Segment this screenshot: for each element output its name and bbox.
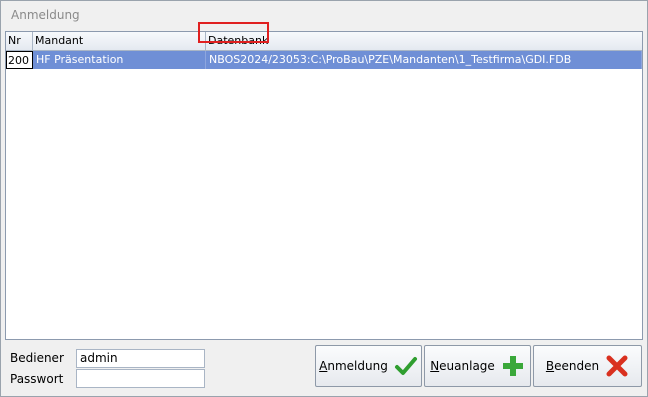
login-button-label: Anmeldung bbox=[319, 359, 388, 373]
mandant-grid[interactable]: Nr Mandant Datenbank 200 HF Präsentation… bbox=[5, 31, 643, 340]
highlight-annotation bbox=[198, 22, 269, 43]
user-label: Bediener bbox=[10, 351, 64, 365]
check-icon bbox=[394, 357, 417, 375]
quit-button[interactable]: Beenden bbox=[533, 345, 642, 387]
user-input[interactable]: admin bbox=[76, 349, 205, 368]
column-header-nr[interactable]: Nr bbox=[6, 32, 33, 50]
client-area: Nr Mandant Datenbank 200 HF Präsentation… bbox=[4, 29, 644, 393]
cell-datenbank[interactable]: NBOS2024/23053:C:\ProBau\PZE\Mandanten\1… bbox=[206, 51, 642, 69]
password-label: Passwort bbox=[10, 372, 64, 386]
plus-icon bbox=[502, 356, 523, 376]
password-input[interactable] bbox=[76, 369, 205, 388]
login-button[interactable]: Anmeldung bbox=[315, 345, 422, 387]
login-window: Anmeldung Nr Mandant Datenbank 200 HF Pr… bbox=[0, 0, 648, 397]
quit-button-label: Beenden bbox=[545, 359, 600, 373]
column-header-datenbank[interactable]: Datenbank bbox=[206, 32, 642, 50]
cell-nr[interactable]: 200 bbox=[6, 51, 33, 69]
x-icon bbox=[606, 355, 628, 377]
cell-mandant[interactable]: HF Präsentation bbox=[33, 51, 206, 69]
window-title: Anmeldung bbox=[11, 8, 80, 22]
table-row[interactable]: 200 HF Präsentation NBOS2024/23053:C:\Pr… bbox=[6, 51, 642, 69]
grid-header: Nr Mandant Datenbank bbox=[6, 32, 642, 51]
title-bar: Anmeldung bbox=[1, 1, 647, 29]
new-button-label: Neuanlage bbox=[430, 359, 495, 373]
new-button[interactable]: Neuanlage bbox=[424, 345, 531, 387]
column-header-mandant[interactable]: Mandant bbox=[33, 32, 206, 50]
login-form: Bediener admin Passwort Anmeldung Neuanl… bbox=[4, 345, 644, 393]
